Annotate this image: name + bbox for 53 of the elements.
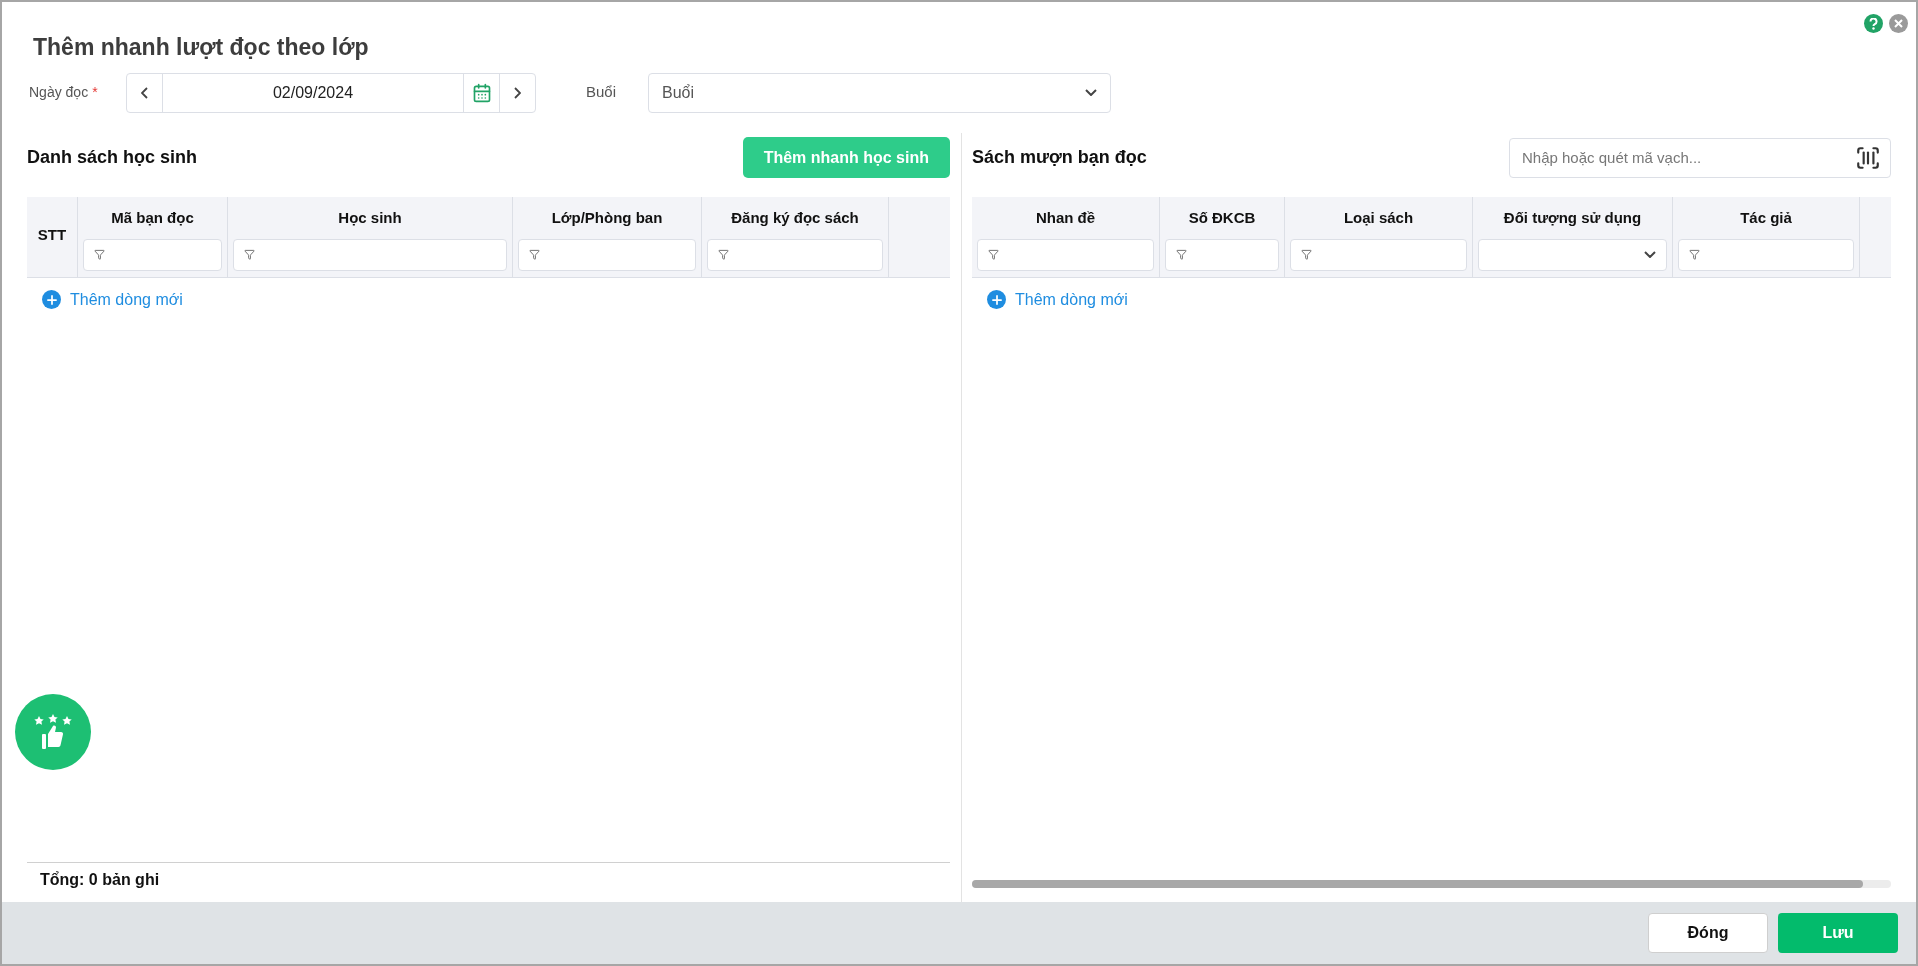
plus-icon bbox=[42, 290, 61, 309]
column-header: STT bbox=[37, 224, 67, 245]
column-header: Mã bạn đọc bbox=[110, 207, 195, 228]
quick-add-students-button[interactable]: Thêm nhanh học sinh bbox=[742, 137, 950, 178]
chevron-down-icon bbox=[1644, 251, 1656, 258]
save-button[interactable]: Lưu bbox=[1778, 913, 1898, 953]
field-label: Ngày đọc bbox=[29, 83, 89, 102]
date-picker[interactable]: 02/09/2024 bbox=[126, 72, 536, 113]
thumbs-up-stars-icon bbox=[33, 714, 73, 750]
filter-icon bbox=[244, 249, 255, 260]
filter-icon bbox=[1301, 249, 1312, 260]
column-header: Đăng ký đọc sách bbox=[730, 207, 860, 228]
barcode-icon[interactable] bbox=[1855, 144, 1881, 171]
filter-field[interactable] bbox=[233, 238, 507, 271]
filter-field[interactable] bbox=[1165, 238, 1279, 271]
filter-field[interactable] bbox=[518, 238, 696, 271]
filter-icon bbox=[1176, 249, 1187, 260]
filter-icon bbox=[988, 249, 999, 260]
filter-field[interactable] bbox=[83, 238, 222, 271]
field-label: Buổi bbox=[586, 82, 618, 103]
session-dropdown[interactable]: Buổi bbox=[648, 72, 1111, 113]
chevron-left-icon bbox=[141, 86, 148, 99]
close-icon[interactable] bbox=[1889, 14, 1908, 33]
column-header: Lớp/Phòng ban bbox=[550, 207, 664, 228]
dialog-title: Thêm nhanh lượt đọc theo lớp bbox=[33, 33, 369, 62]
section-title: Danh sách học sinh bbox=[27, 146, 198, 169]
help-icon[interactable] bbox=[1864, 14, 1883, 33]
filter-field[interactable] bbox=[1678, 238, 1854, 271]
filter-field[interactable] bbox=[707, 238, 883, 271]
total-records: Tổng: 0 bản ghi bbox=[40, 871, 160, 888]
column-header: Nhan đề bbox=[1034, 207, 1097, 228]
filter-field[interactable] bbox=[1290, 238, 1467, 271]
chevron-down-icon bbox=[1085, 89, 1097, 96]
column-header: Học sinh bbox=[337, 207, 403, 228]
column-header: Loại sách bbox=[1342, 207, 1415, 228]
add-row-link[interactable]: Thêm dòng mới bbox=[987, 287, 1128, 312]
plus-icon bbox=[987, 290, 1006, 309]
column-header: Tác giả bbox=[1739, 207, 1793, 228]
filter-dropdown[interactable] bbox=[1478, 238, 1667, 271]
filter-icon bbox=[1689, 249, 1700, 260]
filter-icon bbox=[94, 249, 105, 260]
column-header: Đối tượng sử dụng bbox=[1502, 207, 1643, 228]
required-mark: * bbox=[92, 83, 98, 102]
filter-icon bbox=[718, 249, 729, 260]
filter-icon bbox=[529, 249, 540, 260]
barcode-search-field[interactable]: Nhập hoặc quét mã vạch... bbox=[1509, 137, 1891, 178]
date-value: 02/09/2024 bbox=[271, 82, 355, 103]
column-header: Số ĐKCB bbox=[1187, 207, 1257, 228]
section-title: Sách mượn bạn đọc bbox=[972, 146, 1147, 169]
add-row-link[interactable]: Thêm dòng mới bbox=[42, 287, 183, 312]
close-button[interactable]: Đóng bbox=[1648, 913, 1768, 953]
chevron-right-icon bbox=[514, 86, 521, 99]
filter-field[interactable] bbox=[977, 238, 1154, 271]
